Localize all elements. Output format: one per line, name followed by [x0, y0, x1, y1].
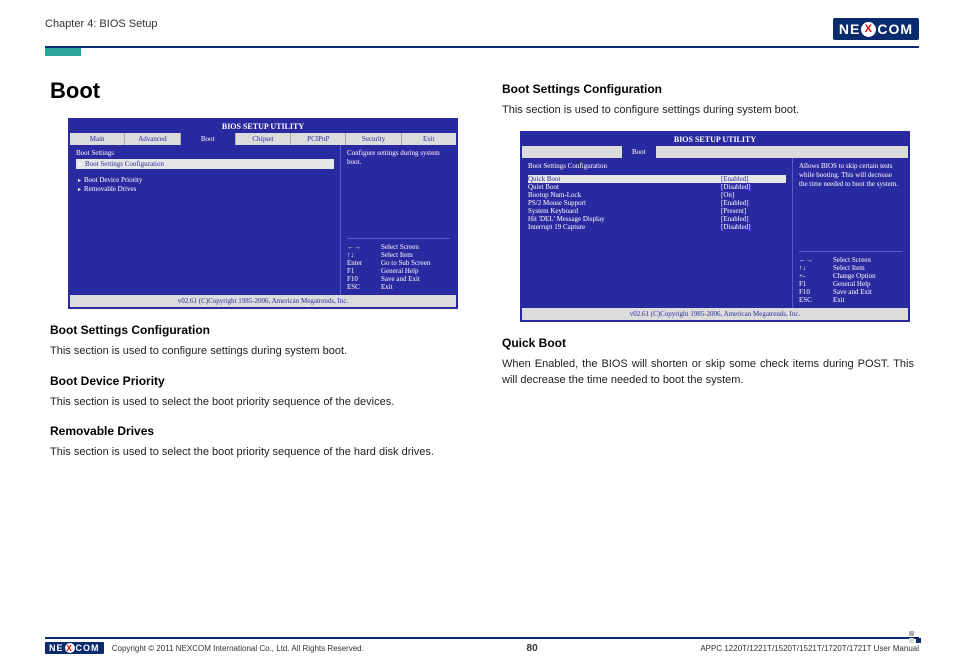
bios-item[interactable]: ▸Boot Device Priority	[76, 176, 334, 184]
bios-window-title: BIOS SETUP UTILITY	[70, 120, 456, 133]
bios-screenshot-boot-settings: BIOS SETUP UTILITY Boot Boot Settings Co…	[520, 131, 910, 322]
bios-left-pane: Boot Settings Configuration Quick Boot[E…	[522, 158, 793, 308]
bios-section-label: Boot Settings	[76, 149, 334, 157]
key-legend-row: ↑↓Select Item	[799, 264, 902, 272]
footer-left: NE X COM Copyright © 2011 NEXCOM Interna…	[45, 642, 364, 654]
footer-squares-icon	[907, 631, 921, 645]
key-legend-row: ESCExit	[347, 283, 450, 291]
bios-tab-security[interactable]: Security	[346, 133, 401, 145]
content-area: Boot BIOS SETUP UTILITY MainAdvancedBoot…	[0, 56, 954, 461]
bios-option-row[interactable]: PS/2 Mouse Support[Enabled]	[528, 199, 786, 207]
page-number: 80	[527, 643, 538, 654]
triangle-icon: ▸	[79, 162, 82, 168]
left-column: Boot BIOS SETUP UTILITY MainAdvancedBoot…	[50, 78, 462, 461]
bios-tab-bar: MainAdvancedBootChipsetPCIPnPSecurityExi…	[70, 133, 456, 145]
bios-copyright: v02.61 (C)Copyright 1985-2006, American …	[70, 295, 456, 307]
key-legend-row: EnterGo to Sub Screen	[347, 259, 450, 267]
accent-bar	[45, 48, 81, 56]
bios-body: Boot Settings ▸Boot Settings Configurati…	[70, 145, 456, 295]
bios-item-boot-settings-config[interactable]: ▸Boot Settings Configuration	[76, 159, 334, 169]
nexcom-logo-small: NE X COM	[45, 642, 104, 654]
bios-option-row[interactable]: Bootup Num-Lock[On]	[528, 191, 786, 199]
triangle-icon: ▸	[78, 178, 81, 184]
bios-screenshot-boot-menu: BIOS SETUP UTILITY MainAdvancedBootChips…	[68, 118, 458, 309]
footer-rule	[45, 637, 919, 639]
key-legend-row: F1General Help	[347, 267, 450, 275]
key-legend-row: ←→Select Screen	[347, 243, 450, 251]
bios-tab-advanced[interactable]: Advanced	[125, 133, 180, 145]
right-column: Boot Settings Configuration This section…	[502, 78, 914, 461]
bios-tab-chipset[interactable]: Chipset	[236, 133, 291, 145]
page-footer: NE X COM Copyright © 2011 NEXCOM Interna…	[45, 637, 919, 654]
bios-tab-main[interactable]: Main	[70, 133, 125, 145]
bios-help-pane: Configure settings during system boot. ←…	[341, 145, 456, 295]
bios-key-legend: ←→Select Screen↑↓Select Item+-Change Opt…	[799, 251, 902, 304]
triangle-icon: ▸	[78, 187, 81, 193]
subhead-boot-device-priority: Boot Device Priority	[50, 374, 462, 388]
key-legend-row: +-Change Option	[799, 272, 902, 280]
key-legend-row: F10Save and Exit	[799, 288, 902, 296]
header-rule	[45, 46, 919, 48]
bios-window-title: BIOS SETUP UTILITY	[522, 133, 908, 146]
bios-tab-boot[interactable]: Boot	[181, 133, 236, 145]
key-legend-row: ←→Select Screen	[799, 256, 902, 264]
bios-key-legend: ←→Select Screen↑↓Select ItemEnterGo to S…	[347, 238, 450, 291]
body-text: This section is used to configure settin…	[50, 343, 462, 360]
bios-body: Boot Settings Configuration Quick Boot[E…	[522, 158, 908, 308]
bios-option-row[interactable]: Quiet Boot[Disabled]	[528, 183, 786, 191]
logo-x-icon: X	[861, 22, 876, 37]
footer-manual-name: APPC 1220T/1221T/1520T/1521T/1720T/1721T…	[700, 644, 919, 653]
bios-tab-exit[interactable]: Exit	[402, 133, 456, 145]
page-header: Chapter 4: BIOS Setup NE X COM	[0, 0, 954, 40]
subhead-boot-settings-config: Boot Settings Configuration	[50, 323, 462, 337]
logo-x-icon: X	[65, 643, 75, 653]
key-legend-row: ESCExit	[799, 296, 902, 304]
nexcom-logo: NE X COM	[833, 18, 919, 40]
chapter-title: Chapter 4: BIOS Setup	[45, 18, 158, 30]
bios-copyright: v02.61 (C)Copyright 1985-2006, American …	[522, 308, 908, 320]
body-text: When Enabled, the BIOS will shorten or s…	[502, 356, 914, 389]
logo-text-pre: NE	[839, 21, 860, 37]
key-legend-row: F10Save and Exit	[347, 275, 450, 283]
bios-option-row[interactable]: Interrupt 19 Capture[Disabled]	[528, 223, 786, 231]
bios-tab-pcipnp[interactable]: PCIPnP	[291, 133, 346, 145]
footer-copyright: Copyright © 2011 NEXCOM International Co…	[112, 644, 364, 653]
body-text: This section is used to select the boot …	[50, 444, 462, 461]
bios-tab-bar: Boot	[522, 146, 908, 158]
bios-help-pane: Allows BIOS to skip certain tests while …	[793, 158, 908, 308]
bios-item[interactable]: ▸Removable Drives	[76, 185, 334, 193]
bios-tab-boot[interactable]: Boot	[622, 146, 656, 158]
key-legend-row: F1General Help	[799, 280, 902, 288]
subhead-quick-boot: Quick Boot	[502, 336, 914, 350]
key-legend-row: ↑↓Select Item	[347, 251, 450, 259]
body-text: This section is used to configure settin…	[502, 102, 914, 119]
bios-option-row[interactable]: Quick Boot[Enabled]	[528, 175, 786, 183]
page-title: Boot	[50, 78, 462, 104]
logo-text-post: COM	[877, 21, 913, 37]
bios-left-pane: Boot Settings ▸Boot Settings Configurati…	[70, 145, 341, 295]
bios-option-row[interactable]: System Keyboard[Present]	[528, 207, 786, 215]
subhead-boot-settings-config-2: Boot Settings Configuration	[502, 82, 914, 96]
body-text: This section is used to select the boot …	[50, 394, 462, 411]
bios-option-row[interactable]: Hit 'DEL' Message Display[Enabled]	[528, 215, 786, 223]
bios-help-text: Configure settings during system boot.	[347, 149, 450, 167]
bios-help-text: Allows BIOS to skip certain tests while …	[799, 162, 902, 189]
subhead-removable-drives: Removable Drives	[50, 424, 462, 438]
bios-section-label: Boot Settings Configuration	[528, 162, 786, 170]
